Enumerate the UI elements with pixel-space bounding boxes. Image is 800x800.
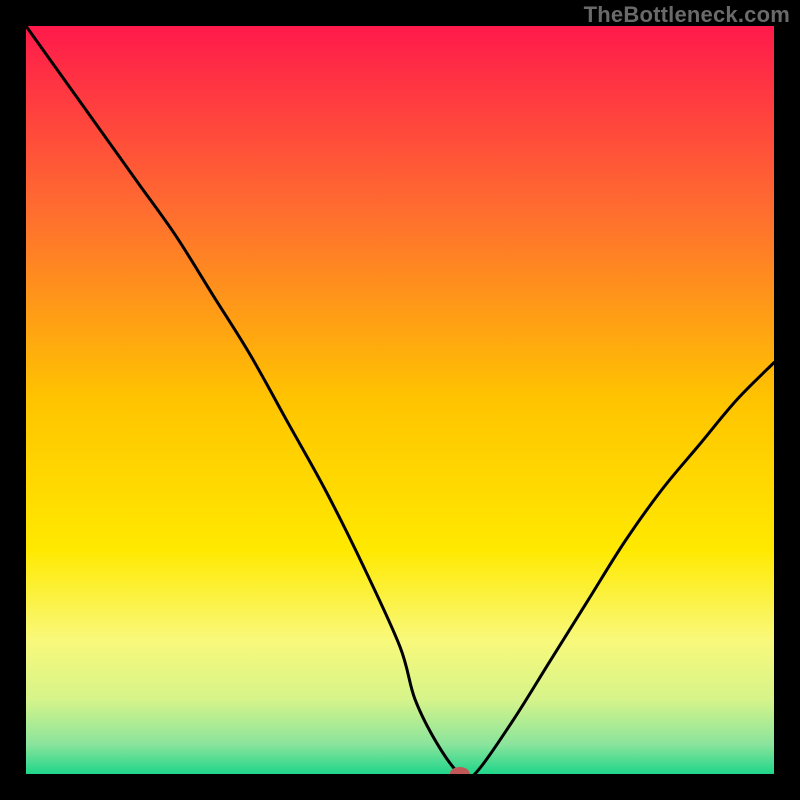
chart-stage: TheBottleneck.com bbox=[0, 0, 800, 800]
watermark-text: TheBottleneck.com bbox=[584, 2, 790, 28]
chart-gradient-bg bbox=[26, 26, 774, 774]
chart-svg bbox=[0, 0, 800, 800]
